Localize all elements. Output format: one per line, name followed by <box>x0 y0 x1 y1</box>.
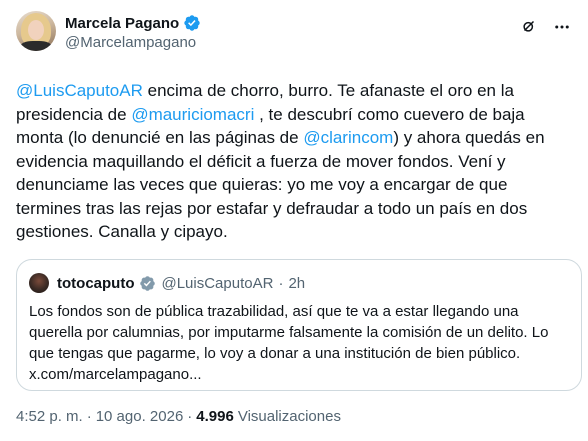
mention-link[interactable]: @clarincom <box>303 128 393 147</box>
verified-badge-icon <box>140 275 156 291</box>
quoted-text-line: que tengas que pagarme, lo voy a donar a… <box>29 345 521 362</box>
quoted-text-line: Los fondos son de pública trazabilidad, … <box>29 303 519 320</box>
tweet-meta: 4:52 p. m. · 10 ago. 2026 · 4.996 Visual… <box>16 408 341 425</box>
separator-dot: · <box>86 408 92 425</box>
tweet-header: Marcela Pagano @Marcelampagano <box>16 11 572 55</box>
views-label: Visualizaciones <box>237 408 341 425</box>
separator-dot: · <box>278 274 284 292</box>
quoted-tweet-text: Los fondos son de pública trazabilidad, … <box>29 301 574 385</box>
author-info: Marcela Pagano @Marcelampagano <box>65 13 201 51</box>
post-time[interactable]: 4:52 p. m. <box>16 408 83 425</box>
mention-link[interactable]: @LuisCaputoAR <box>16 81 143 100</box>
quoted-tweet[interactable]: totocaputo @LuisCaputoAR · 2h Los fondos… <box>16 259 582 391</box>
separator-dot: · <box>187 408 193 425</box>
quoted-text-link[interactable]: x.com/marcelampagano... <box>29 364 574 385</box>
grok-icon[interactable] <box>520 17 538 35</box>
avatar[interactable] <box>16 11 56 51</box>
verified-badge-icon <box>184 15 200 31</box>
author-display-name[interactable]: Marcela Pagano <box>65 15 179 32</box>
more-options-icon[interactable] <box>552 18 572 36</box>
quoted-handle: @LuisCaputoAR <box>161 274 274 292</box>
tweet-text: @LuisCaputoAR encima de chorro, burro. T… <box>16 79 576 244</box>
views-count: 4.996 <box>196 408 234 425</box>
quoted-tweet-header: totocaputo @LuisCaputoAR · 2h <box>29 273 305 293</box>
post-date[interactable]: 10 ago. 2026 <box>96 408 184 425</box>
quoted-text-line: querella por calumnias, por imputarme fa… <box>29 324 549 341</box>
quoted-avatar <box>29 273 49 293</box>
quoted-display-name: totocaputo <box>57 274 135 292</box>
author-name-line: Marcela Pagano <box>65 13 201 33</box>
quoted-timestamp: 2h <box>288 274 306 292</box>
mention-link[interactable]: @mauriciomacri <box>131 105 254 124</box>
tweet: Marcela Pagano @Marcelampagano @LuisCapu… <box>0 0 588 441</box>
author-handle[interactable]: @Marcelampagano <box>65 34 201 51</box>
